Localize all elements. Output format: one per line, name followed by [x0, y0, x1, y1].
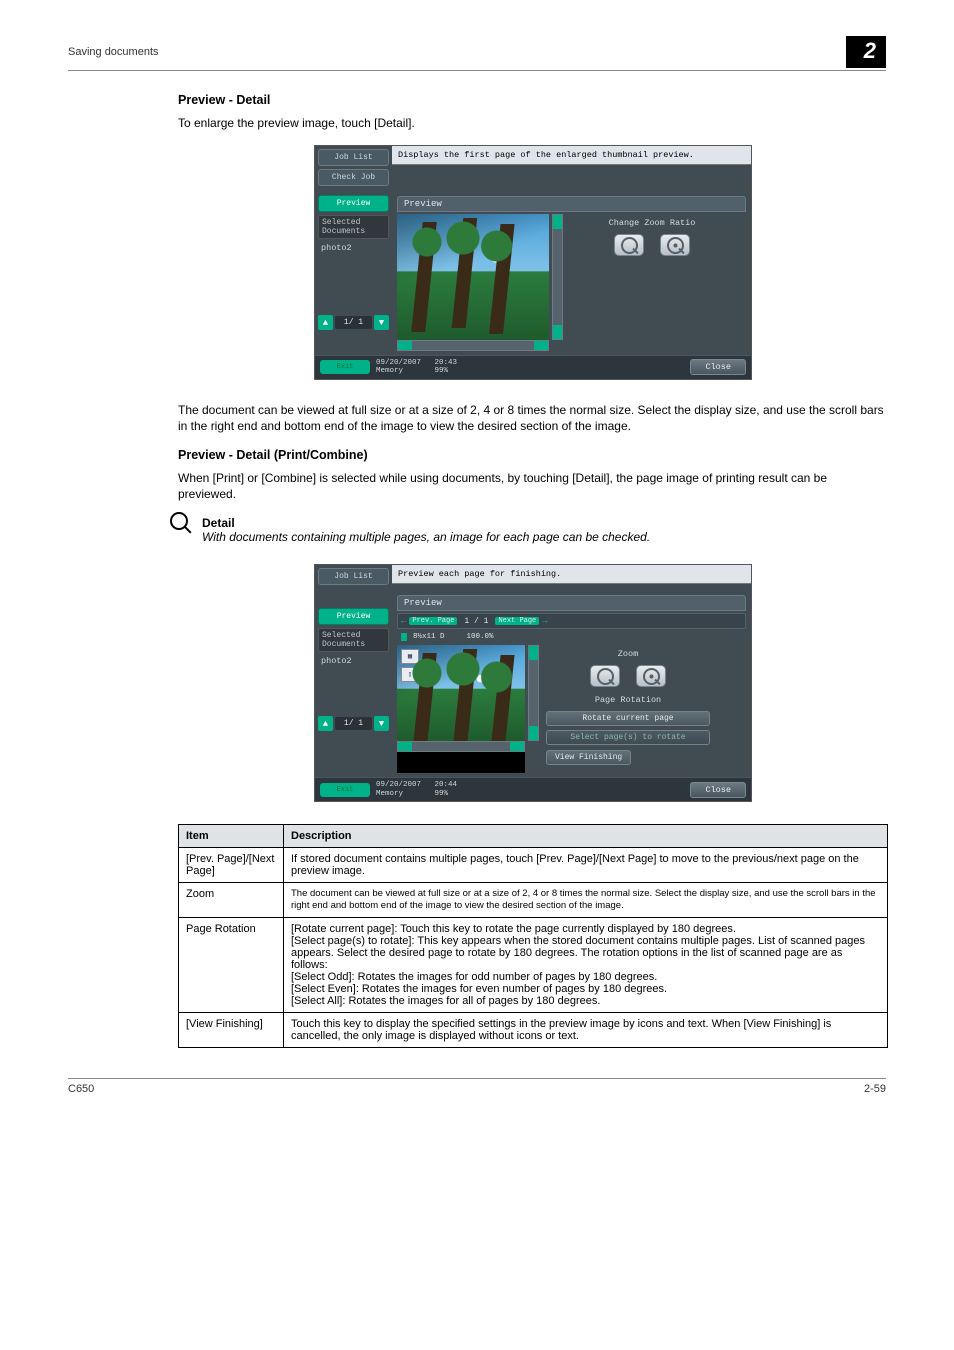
description-table: Item Description [Prev. Page]/[Next Page… [178, 824, 888, 1048]
footer-datetime: 09/20/2007 20:43 Memory 99% [376, 359, 457, 376]
magnifier-icon [170, 512, 190, 532]
section1-intro: To enlarge the preview image, touch [Det… [178, 115, 888, 131]
finishing-icon-2: ▯ [401, 667, 419, 682]
preview-tab[interactable]: Preview [318, 195, 389, 212]
table-row: Page Rotation [Rotate current page]: Tou… [179, 917, 888, 1012]
document-name: photo2 [318, 241, 389, 255]
section1-after: The document can be viewed at full size … [178, 402, 888, 434]
select-pages-to-rotate-button[interactable]: Select page(s) to rotate [546, 730, 710, 745]
zoom-out-icon[interactable] [614, 234, 644, 256]
cell-desc: If stored document contains multiple pag… [284, 847, 888, 882]
arrow-left-icon[interactable]: ← [401, 616, 406, 626]
cell-desc: [Rotate current page]: Touch this key to… [284, 917, 888, 1012]
zoom-ratio-label: Change Zoom Ratio [570, 218, 734, 228]
cell-item: Zoom [179, 882, 284, 917]
footer-datetime: 09/20/2007 20:44 Memory 99% [376, 781, 457, 798]
next-page-button[interactable]: Next Page [495, 617, 539, 625]
chapter-badge: 2 [846, 36, 886, 68]
zoom-in-icon[interactable] [636, 665, 666, 687]
selected-documents-label: Selected Documents [318, 628, 389, 652]
table-row: [View Finishing] Touch this key to displ… [179, 1012, 888, 1047]
preview-panel-title: Preview [397, 595, 746, 611]
rotate-current-page-button[interactable]: Rotate current page [546, 711, 710, 726]
cell-item: [Prev. Page]/[Next Page] [179, 847, 284, 882]
selected-documents-label: Selected Documents [318, 215, 389, 239]
page-rotation-label: Page Rotation [546, 695, 710, 705]
preview-thumbnail: ▦ ▯ [397, 645, 525, 741]
page-up-icon[interactable]: ▲ [318, 716, 333, 731]
note-body: With documents containing multiple pages… [202, 530, 888, 544]
zoom-out-icon[interactable] [590, 665, 620, 687]
pager-text: 1/ 1 [335, 316, 372, 329]
section2-intro: When [Print] or [Combine] is selected wh… [178, 470, 888, 502]
exit-button[interactable]: Exit [320, 360, 370, 374]
breadcrumb: Saving documents [68, 46, 159, 58]
zoom-label: Zoom [546, 649, 710, 659]
horizontal-scrollbar[interactable] [397, 741, 525, 752]
page-up-icon[interactable]: ▲ [318, 315, 333, 330]
table-row: [Prev. Page]/[Next Page] If stored docum… [179, 847, 888, 882]
printer-ui-2: Job List Preview each page for finishing… [314, 564, 752, 802]
cell-item: [View Finishing] [179, 1012, 284, 1047]
close-button[interactable]: Close [690, 359, 746, 375]
job-list-tab[interactable]: Job List [318, 568, 389, 585]
pager-text: 1/ 1 [335, 717, 372, 730]
finishing-icon-1: ▦ [401, 649, 419, 664]
prev-page-button[interactable]: Prev. Page [409, 617, 457, 625]
page-number: 1 / 1 [460, 617, 492, 626]
preview-tab[interactable]: Preview [318, 608, 389, 625]
printer-ui-1: Job List Check Job Displays the first pa… [314, 145, 752, 380]
close-button[interactable]: Close [690, 782, 746, 798]
view-finishing-button[interactable]: View Finishing [546, 750, 631, 765]
vertical-scrollbar[interactable] [552, 214, 563, 340]
paper-size: 8½x11 D [413, 633, 445, 641]
th-item: Item [179, 824, 284, 847]
cell-desc: The document can be viewed at full size … [284, 882, 888, 917]
preview-panel-title: Preview [397, 196, 746, 212]
job-list-tab[interactable]: Job List [318, 149, 389, 166]
document-name: photo2 [318, 654, 389, 668]
banner-text: Preview each page for finishing. [392, 565, 751, 584]
footer-left: C650 [68, 1083, 94, 1095]
note-heading: Detail [202, 516, 888, 530]
section2-title: Preview - Detail (Print/Combine) [178, 448, 888, 462]
table-row: Zoom The document can be viewed at full … [179, 882, 888, 917]
check-job-tab[interactable]: Check Job [318, 169, 389, 186]
vertical-scrollbar[interactable] [528, 645, 539, 741]
zoom-in-icon[interactable] [660, 234, 690, 256]
cell-item: Page Rotation [179, 917, 284, 1012]
th-description: Description [284, 824, 888, 847]
arrow-right-icon[interactable]: → [542, 616, 547, 626]
section1-title: Preview - Detail [178, 93, 888, 107]
zoom-percent: 100.0% [467, 633, 494, 641]
horizontal-scrollbar[interactable] [397, 340, 549, 351]
footer-right: 2-59 [864, 1083, 886, 1095]
exit-button[interactable]: Exit [320, 783, 370, 797]
cell-desc: Touch this key to display the specified … [284, 1012, 888, 1047]
size-chip-icon [401, 633, 407, 641]
banner-text: Displays the first page of the enlarged … [392, 146, 751, 165]
page-down-icon[interactable]: ▼ [374, 315, 389, 330]
page-down-icon[interactable]: ▼ [374, 716, 389, 731]
preview-thumbnail [397, 214, 549, 340]
